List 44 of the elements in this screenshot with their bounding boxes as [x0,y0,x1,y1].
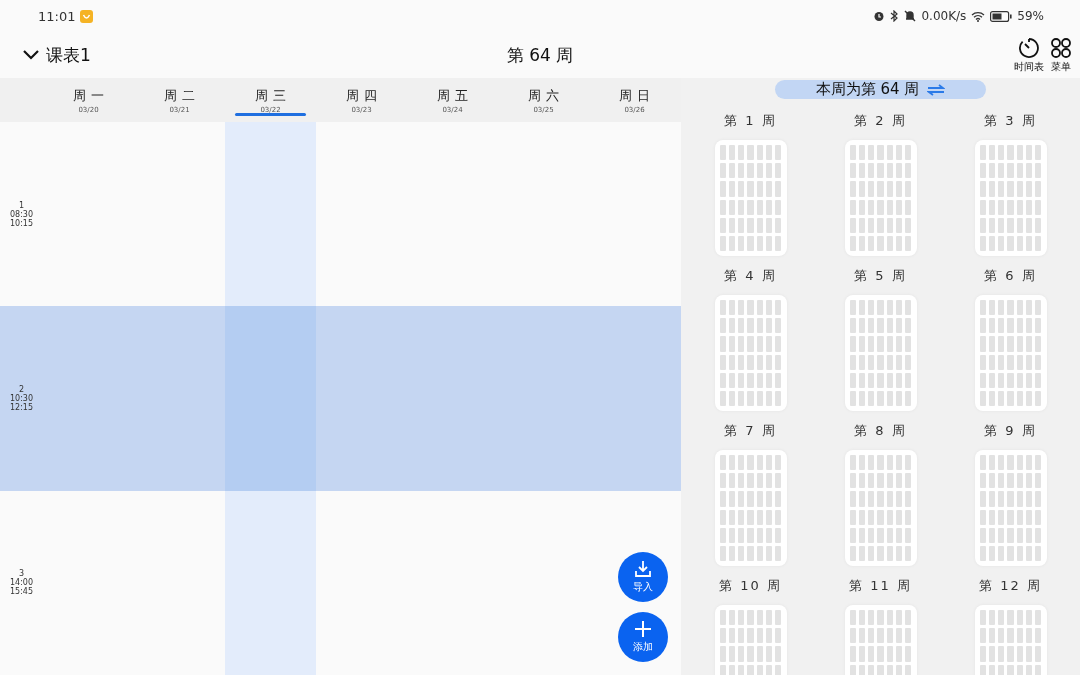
battery-icon [990,10,1013,22]
week-thumbnail-drawing[interactable] [844,450,917,566]
current-week-button[interactable]: 本周为第 64 周 [775,80,986,99]
week-label: 第 10 周 [719,577,782,595]
week-label: 第 12 周 [979,577,1042,595]
alarm-icon [873,10,886,22]
week-label: 第 4 周 [724,267,777,285]
week-label: 第 8 周 [854,422,907,440]
week-thumbnail-drawing[interactable] [714,295,787,411]
timetable-button[interactable]: 时间表 [1014,36,1044,74]
week-title: 第 64 周 [505,43,575,67]
week-label: 第 7 周 [724,422,777,440]
week-label: 第 6 周 [984,267,1037,285]
week-thumbnail-drawing[interactable] [714,450,787,566]
bluetooth-icon [890,10,900,22]
network-speed: 0.00K/s [921,9,967,23]
battery-percent: 59% [1017,9,1044,23]
period-time: 2 10:30 12:15 [8,384,35,414]
week-thumbnail-drawing[interactable] [844,295,917,411]
menu-icon [1050,36,1072,59]
week-label: 第 5 周 [854,267,907,285]
period-time: 1 08:30 10:15 [8,199,35,230]
week-thumbnail-drawing[interactable] [974,140,1047,256]
week-label: 第 1 周 [724,112,777,130]
week-label: 第 9 周 [984,422,1037,440]
chevron-down-icon [22,49,40,61]
week-thumbnail-drawing[interactable] [714,140,787,256]
mute-icon [904,10,917,22]
week-thumbnail-drawing[interactable] [844,140,917,256]
schedule-dropdown[interactable]: 课表1 [22,43,91,67]
notification-icon [80,9,94,23]
week-thumbnail-drawing[interactable] [974,450,1047,566]
status-time: 11:01 [38,8,76,24]
swap-icon [927,83,946,96]
period-time: 3 14:00 15:45 [8,568,35,599]
week-label: 第 11 周 [849,577,912,595]
week-label: 第 3 周 [984,112,1037,130]
menu-button[interactable]: 菜单 [1050,36,1072,74]
plus-icon [634,620,652,638]
week-thumbnail-drawing[interactable] [974,295,1047,411]
timer-icon [1018,36,1040,59]
download-icon [634,560,652,578]
wifi-icon [971,10,986,22]
week-label: 第 2 周 [854,112,907,130]
